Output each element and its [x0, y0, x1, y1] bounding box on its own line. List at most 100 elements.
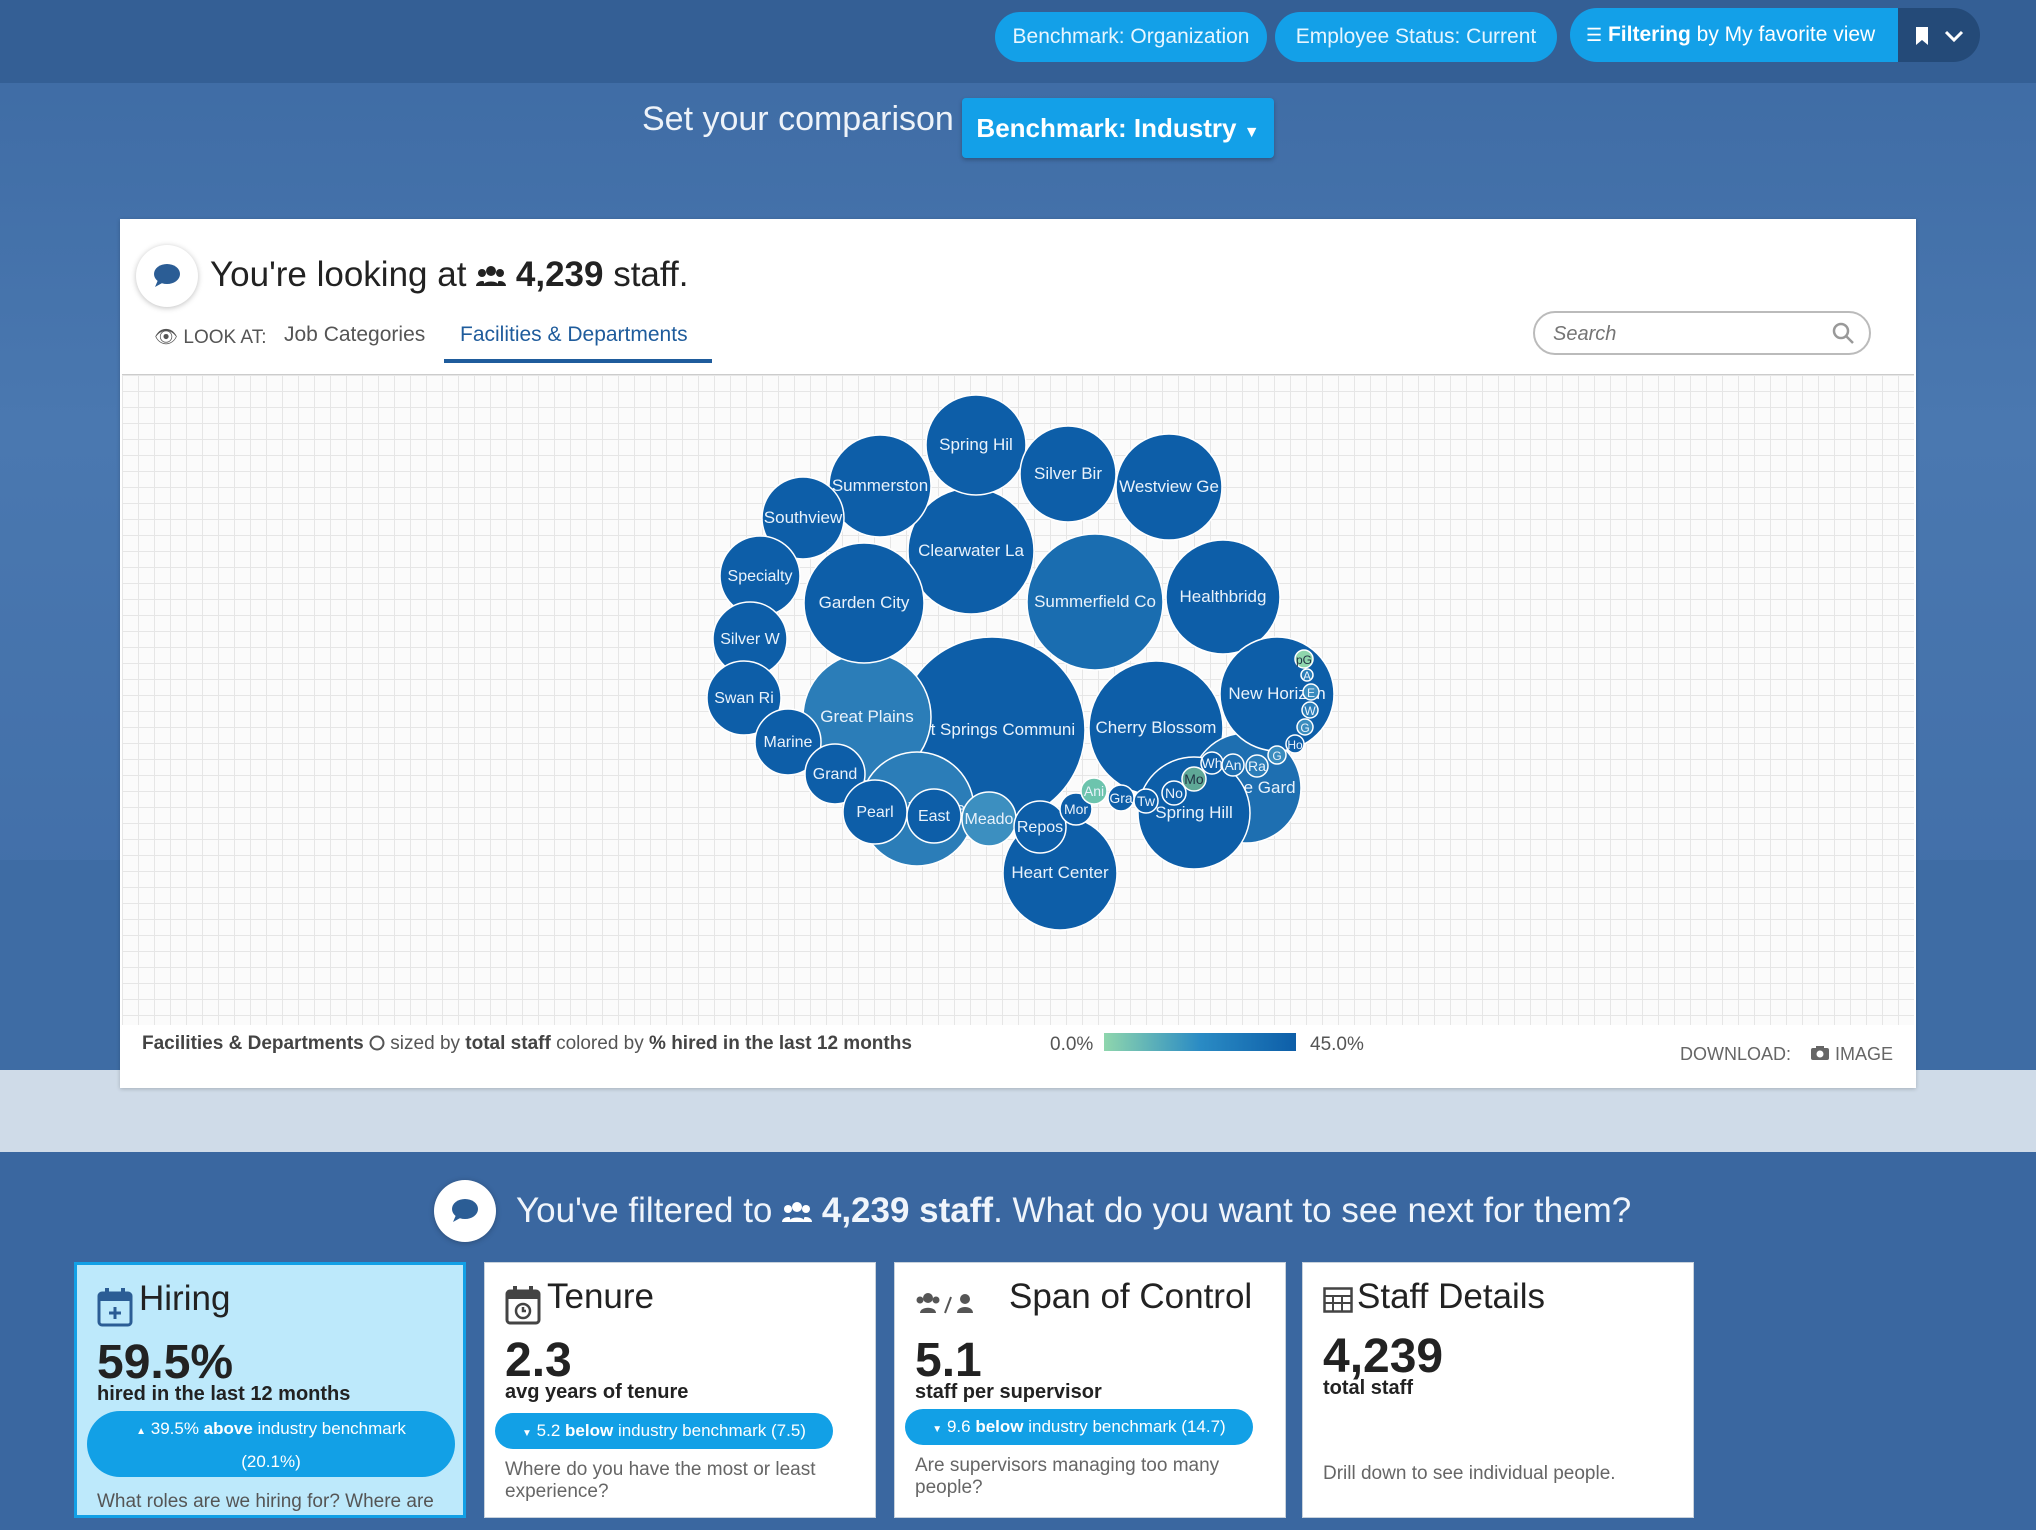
bubble-label: Mo: [1184, 771, 1204, 787]
bubble[interactable]: East: [906, 788, 962, 844]
benchmark-badge: ▼ 9.6 below industry benchmark (14.7): [905, 1409, 1253, 1445]
filtered-count: 4,239 staff: [821, 1191, 994, 1230]
bubble-label: Repos: [1017, 819, 1063, 836]
employee-status-pill[interactable]: Employee Status: Current: [1275, 12, 1557, 62]
bubble[interactable]: An: [1221, 753, 1245, 777]
bubble-label: Ani: [1084, 783, 1104, 799]
bubble-label: W: [1304, 704, 1316, 718]
bubble-label: Heart Center: [1011, 863, 1109, 882]
tenure-card[interactable]: Tenure 2.3 avg years of tenure ▼ 5.2 bel…: [484, 1262, 876, 1518]
bubble[interactable]: Repos: [1013, 800, 1067, 854]
bubble-label: Garden City: [819, 593, 910, 612]
bubble[interactable]: Healthbridg: [1165, 539, 1281, 655]
bench-text: industry benchmark (7.5): [617, 1421, 806, 1440]
bubble-label: Summerston: [832, 476, 928, 495]
card-subtitle: total staff: [1323, 1377, 1413, 1399]
bubble[interactable]: W: [1301, 701, 1319, 719]
bubble[interactable]: G: [1267, 745, 1287, 765]
card-title: Staff Details: [1357, 1277, 1546, 1316]
staff-details-card[interactable]: Staff Details 4,239 total staff Drill do…: [1302, 1262, 1694, 1518]
caret-down-icon: ▼: [1243, 124, 1260, 141]
search-input[interactable]: [1551, 319, 1825, 349]
tab-facilities-departments[interactable]: Facilities & Departments: [460, 323, 688, 347]
bubble-label: Clearwater La: [918, 541, 1024, 560]
bench-amount: 5.2: [536, 1421, 561, 1440]
bubble-chart: Hot Springs Communi Summerfield Co Cherry …: [122, 374, 1914, 1025]
filtering-view-button[interactable]: ☰ Filtering by My favorite view: [1570, 8, 1898, 62]
card-description: Are supervisors managing too many people…: [915, 1455, 1220, 1498]
staff-count: 4,239: [515, 255, 604, 294]
view-name: by My favorite view: [1690, 23, 1876, 46]
legend-min: 0.0%: [1050, 1034, 1094, 1055]
bubble[interactable]: Ani: [1080, 777, 1108, 805]
chevron-down-icon: [1944, 30, 1963, 42]
hiring-card[interactable]: Hiring 59.5% hired in the last 12 months…: [74, 1262, 466, 1518]
sliders-icon: ☰: [1586, 25, 1603, 45]
bubble-label: A: [1303, 669, 1311, 683]
page-title: You're looking at 4,239 staff.: [210, 255, 688, 295]
calendar-plus-icon: [97, 1288, 133, 1327]
comparison-label: Set your comparison: [642, 100, 954, 138]
download-image-link[interactable]: IMAGE: [1810, 1044, 1893, 1065]
bubble[interactable]: G: [1296, 718, 1314, 736]
bubble-label: Westview Ge: [1119, 477, 1219, 496]
span-of-control-card[interactable]: Span of Control 5.1 staff per supervisor…: [894, 1262, 1286, 1518]
legend-colored-by-pre: colored by: [550, 1033, 650, 1054]
bubble[interactable]: Tw: [1133, 788, 1159, 814]
bubble-label: E: [1307, 686, 1315, 700]
visualization-card: You're looking at 4,239 staff. 👁 LOOK AT…: [120, 219, 1916, 1088]
bench-reference: (20.1%): [241, 1452, 301, 1471]
bench-direction: below: [975, 1417, 1024, 1436]
benchmark-badge: ▼ 5.2 below industry benchmark (7.5): [495, 1413, 833, 1449]
circle-outline-icon: [369, 1035, 385, 1051]
bubble[interactable]: Gra: [1107, 784, 1135, 812]
camera-icon: [1811, 1046, 1829, 1060]
bubble-label: Tw: [1137, 793, 1156, 809]
bubble-label: Ra: [1248, 758, 1266, 774]
card-description: Drill down to see individual people.: [1323, 1463, 1616, 1484]
bubble[interactable]: Pearl: [842, 779, 908, 845]
bubble-label: Pearl: [856, 804, 893, 821]
legend-sized-by: total staff: [465, 1033, 551, 1054]
bubble[interactable]: Summerfield Co: [1026, 533, 1164, 671]
chart-legend: Facilities & Departments sized by total …: [142, 1033, 912, 1055]
search-icon[interactable]: [1831, 321, 1855, 345]
card-title: Span of Control: [1009, 1277, 1253, 1316]
eye-icon: 👁: [154, 327, 179, 348]
bubble-label: Mor: [1064, 801, 1088, 817]
bubble-label: Gra: [1109, 790, 1133, 806]
filtered-pre: You've filtered to: [516, 1191, 783, 1230]
bubble[interactable]: Ho: [1285, 734, 1305, 754]
benchmark-dropdown[interactable]: Benchmark: Industry ▼: [962, 98, 1274, 158]
bubble-label: Silver W: [720, 631, 780, 648]
saved-views-dropdown[interactable]: [1898, 8, 1980, 62]
bubble-label: Marine: [764, 734, 813, 751]
bubble[interactable]: Meado: [961, 791, 1017, 847]
bubble-label: Cherry Blossom: [1096, 718, 1217, 737]
bench-amount: 9.6: [946, 1417, 971, 1436]
bubble[interactable]: Silver Bir: [1019, 425, 1117, 523]
bubble[interactable]: Wh: [1200, 751, 1224, 775]
bubble[interactable]: Spring Hil: [925, 394, 1027, 496]
bubble[interactable]: E: [1302, 683, 1320, 701]
download-image-text: IMAGE: [1835, 1044, 1894, 1064]
bubble[interactable]: pG: [1294, 649, 1314, 669]
bubble[interactable]: Garden City: [803, 542, 925, 664]
bench-text: industry benchmark: [257, 1419, 406, 1438]
bubble[interactable]: No: [1161, 780, 1187, 806]
bubble-label: Spring Hil: [939, 435, 1013, 454]
bubble-label: Specialty: [728, 568, 793, 585]
bubble-label: pG: [1296, 653, 1312, 667]
bubble[interactable]: Westview Ge: [1115, 433, 1223, 541]
bubble-label: Grand: [813, 766, 857, 783]
benchmark-filter-pill[interactable]: Benchmark: Organization: [995, 12, 1267, 62]
bubble-label: Wh: [1202, 755, 1223, 771]
tab-job-categories[interactable]: Job Categories: [284, 323, 425, 347]
card-value: 4,239: [1323, 1330, 1444, 1383]
bubble[interactable]: Ra: [1245, 754, 1269, 778]
color-gradient-bar: [1104, 1033, 1296, 1051]
people-icon: [476, 266, 507, 286]
bench-direction: above: [203, 1419, 253, 1438]
caret-down-icon: ▼: [522, 1428, 532, 1439]
chat-bubble-icon: [136, 245, 198, 307]
